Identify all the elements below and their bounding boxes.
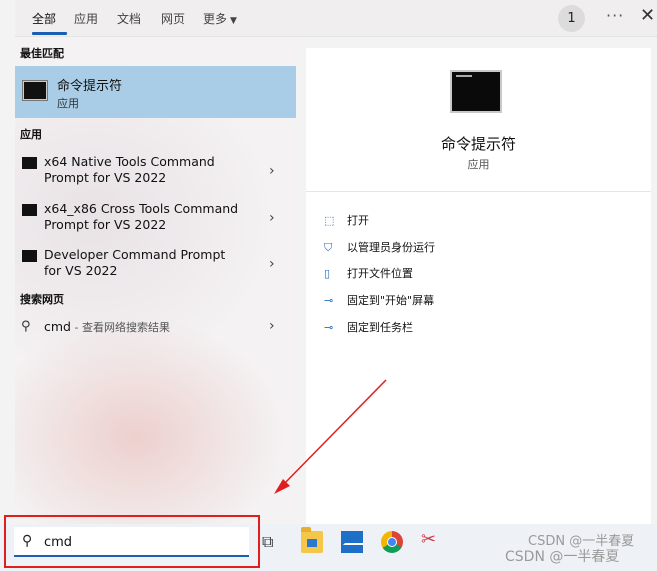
- app-label: x64_x86 Cross Tools Command Prompt for V…: [44, 201, 239, 232]
- apps-heading: 应用: [20, 128, 42, 141]
- close-icon[interactable]: ✕: [640, 5, 655, 26]
- file-explorer-icon[interactable]: [301, 527, 323, 553]
- pin-icon: ⊸: [324, 294, 334, 307]
- best-match-title: 命令提示符: [57, 79, 123, 94]
- chevron-right-icon[interactable]: ›: [269, 318, 275, 334]
- terminal-icon: [22, 157, 37, 169]
- tab-web[interactable]: 网页: [161, 10, 185, 27]
- tab-apps[interactable]: 应用: [74, 10, 98, 27]
- terminal-icon: [22, 204, 37, 216]
- folder-location-icon: ▯: [324, 267, 331, 280]
- highlight-box: [4, 515, 260, 568]
- chevron-right-icon[interactable]: ›: [269, 256, 275, 272]
- action-open-file-location[interactable]: ▯ 打开文件位置: [324, 265, 413, 281]
- web-search-heading: 搜索网页: [20, 293, 64, 306]
- action-label: 固定到"开始"屏幕: [347, 294, 435, 307]
- search-tabs-bar: 全部 应用 文档 网页 更多 ▼ 1 ··· ✕: [15, 0, 657, 37]
- chrome-icon[interactable]: [381, 531, 403, 553]
- action-label: 打开文件位置: [347, 267, 413, 280]
- detail-title: 命令提示符: [440, 135, 516, 153]
- app-label: Developer Command Prompt for VS 2022: [44, 247, 226, 278]
- web-query: cmd: [44, 319, 71, 334]
- open-icon: ⬚: [324, 214, 335, 227]
- chevron-right-icon[interactable]: ›: [269, 210, 275, 226]
- search-icon: ⚲: [21, 319, 31, 334]
- app-label: x64 Native Tools Command Prompt for VS 2…: [44, 154, 215, 185]
- watermark: CSDN @一半春夏: [505, 549, 620, 565]
- web-search-label: cmd - 查看网络搜索结果: [44, 319, 170, 335]
- pin-taskbar-icon: ⊸: [324, 321, 334, 334]
- mail-icon[interactable]: [341, 531, 363, 553]
- rewards-badge[interactable]: 1: [558, 5, 585, 32]
- action-open[interactable]: ⬚ 打开: [324, 212, 369, 228]
- chevron-right-icon[interactable]: ›: [269, 163, 275, 179]
- detail-panel: 命令提示符 应用 ⬚ 打开 ⛉ 以管理员身份运行 ▯ 打开文件位置 ⊸ 固定到"开始"屏…: [306, 48, 651, 524]
- list-item[interactable]: x64 Native Tools Command Prompt for VS 2…: [15, 152, 296, 194]
- tab-more-label: 更多: [203, 12, 228, 26]
- terminal-icon: [22, 250, 37, 262]
- tab-all[interactable]: 全部: [32, 10, 56, 27]
- list-item[interactable]: x64_x86 Cross Tools Command Prompt for V…: [15, 199, 296, 241]
- action-pin-to-taskbar[interactable]: ⊸ 固定到任务栏: [324, 319, 413, 335]
- more-options-icon[interactable]: ···: [606, 6, 624, 25]
- snipping-tool-icon[interactable]: ✂: [421, 529, 443, 551]
- active-tab-indicator: [32, 32, 67, 35]
- action-pin-to-start[interactable]: ⊸ 固定到"开始"屏幕: [324, 292, 434, 308]
- command-prompt-icon: [450, 70, 502, 113]
- best-match-item[interactable]: 命令提示符 应用: [15, 66, 296, 118]
- start-search-window: 全部 应用 文档 网页 更多 ▼ 1 ··· ✕ 最佳匹配 命令提示符 应用 应用…: [0, 0, 657, 571]
- web-query-hint: - 查看网络搜索结果: [70, 321, 170, 334]
- admin-shield-icon: ⛉: [324, 241, 333, 254]
- web-search-item[interactable]: ⚲ cmd - 查看网络搜索结果 ›: [15, 316, 296, 338]
- tab-documents[interactable]: 文档: [117, 10, 141, 27]
- task-view-icon[interactable]: ⧉: [262, 532, 284, 554]
- action-label: 固定到任务栏: [347, 321, 413, 334]
- divider: [306, 191, 651, 192]
- chevron-down-icon: ▼: [230, 16, 237, 26]
- best-match-heading: 最佳匹配: [20, 47, 64, 60]
- list-item[interactable]: Developer Command Prompt for VS 2022 ›: [15, 245, 296, 287]
- detail-subtitle: 应用: [467, 158, 490, 171]
- results-panel: 最佳匹配 命令提示符 应用 应用 x64 Native Tools Comman…: [15, 37, 296, 524]
- action-run-as-admin[interactable]: ⛉ 以管理员身份运行: [324, 239, 435, 255]
- tab-more[interactable]: 更多 ▼: [203, 10, 237, 27]
- command-prompt-icon: [22, 80, 48, 101]
- action-label: 以管理员身份运行: [347, 241, 435, 254]
- best-match-subtitle: 应用: [57, 97, 79, 110]
- action-label: 打开: [347, 214, 369, 227]
